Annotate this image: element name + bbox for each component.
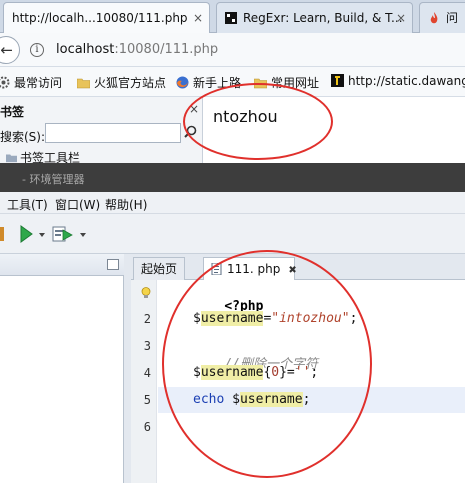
lightbulb-icon[interactable] [141, 287, 151, 299]
editor-window-title: - 环境管理器 [22, 173, 85, 186]
code-index: 0 [271, 365, 280, 380]
code-variable: username [200, 311, 264, 326]
tab-third[interactable]: 问 [419, 2, 465, 33]
navigation-bar: ← i localhost:10080/111.php [0, 33, 465, 67]
gear-icon [0, 76, 10, 89]
line-number: 4 [143, 366, 151, 380]
hammer-icon[interactable] [0, 224, 6, 244]
page-content: ntozhou [204, 97, 465, 163]
url-path: :10080/111.php [114, 42, 219, 57]
firefox-icon [176, 76, 189, 89]
php-file-icon [211, 260, 223, 276]
back-arrow-icon[interactable]: ← [0, 36, 20, 64]
bookmark-static-dawang[interactable]: http://static.dawang [331, 74, 465, 88]
panel-splitter[interactable] [124, 254, 131, 483]
code-empty-string: '' [294, 365, 311, 380]
line-number: 5 [143, 393, 151, 407]
debug-icon[interactable] [51, 224, 75, 244]
line-number: 3 [143, 339, 151, 353]
bookmarks-toolbar: 最常访问 火狐官方站点 新手上路 常用网址 http://static.dawa… [0, 67, 465, 97]
tab-close-icon[interactable]: × [193, 3, 203, 33]
info-icon[interactable]: i [30, 43, 44, 57]
line-number: 2 [143, 312, 151, 326]
folder-icon [253, 76, 268, 89]
code-variable: username [200, 365, 264, 380]
browser-tab-bar: http://localh...10080/111.php × RegExr: … [0, 0, 465, 33]
editor-menu-bar: 工具(T) 窗口(W) 帮助(H) [0, 192, 465, 214]
projects-panel-header [0, 254, 124, 276]
page-icon [331, 74, 344, 87]
bookmark-getting-started[interactable]: 新手上路 [176, 74, 241, 91]
code-echo: echo [193, 392, 225, 407]
tab-localhost[interactable]: http://localh...10080/111.php × [3, 2, 210, 33]
run-dropdown-icon[interactable] [38, 224, 46, 244]
tab-label: RegExr: Learn, Build, & T... [243, 11, 403, 25]
menu-tools[interactable]: 工具(T) [7, 196, 48, 213]
tab-111-php[interactable]: 111. php ✖ [203, 257, 297, 281]
bookmark-firefox-official[interactable]: 火狐官方站点 [76, 74, 166, 91]
minimize-panel-icon[interactable] [107, 259, 119, 270]
flame-icon [428, 5, 440, 24]
code-line-5: echo $username; [158, 387, 465, 413]
editor-toolbar [0, 214, 465, 254]
code-line-2: $username="intozhou"; [193, 311, 358, 326]
php-output-text: ntozhou [213, 107, 278, 126]
menu-help[interactable]: 帮助(H) [105, 196, 147, 213]
code-editor[interactable]: <?php $username="intozhou"; //删除一个字符 $us… [158, 280, 465, 483]
debug-dropdown-icon[interactable] [79, 224, 87, 244]
url-host: localhost [56, 42, 115, 57]
tab-close-icon[interactable]: ✖ [288, 265, 296, 276]
close-icon[interactable]: × [189, 102, 199, 116]
bookmark-common-sites[interactable]: 常用网址 [253, 74, 319, 91]
bookmark-most-visited[interactable]: 最常访问 [0, 74, 62, 91]
tab-start-page[interactable]: 起始页 [133, 257, 185, 280]
run-icon[interactable] [18, 224, 34, 244]
editor-title-bar: - 环境管理器 [0, 163, 465, 192]
folder-icon [6, 152, 17, 163]
line-number-gutter: 2 3 4 5 6 [131, 280, 157, 483]
sidebar-search-input[interactable] [45, 123, 181, 143]
search-icon[interactable] [184, 125, 197, 142]
folder-icon [76, 76, 91, 89]
tab-label: 问 [446, 11, 459, 25]
code-variable: username [239, 392, 303, 407]
menu-window[interactable]: 窗口(W) [55, 196, 100, 213]
sidebar-title: 书签 [0, 105, 25, 119]
tab-close-icon[interactable]: × [396, 3, 406, 33]
line-number: 6 [143, 420, 151, 434]
bookmarks-sidebar: 书签 × 搜索(S): 书签工具栏 [0, 97, 203, 165]
sidebar-search-label: 搜索(S): [0, 130, 46, 144]
tab-regexr[interactable]: RegExr: Learn, Build, & T... × [216, 2, 413, 33]
url-bar[interactable]: localhost:10080/111.php [56, 42, 218, 57]
regexr-icon [225, 5, 237, 24]
tab-label: http://localh...10080/111.php [12, 11, 188, 25]
code-string: "intozhou" [271, 311, 350, 326]
editor-tab-bar: 起始页 111. php ✖ [131, 254, 465, 281]
projects-panel [0, 254, 124, 483]
code-line-4: $username{0}=''; [193, 365, 319, 380]
